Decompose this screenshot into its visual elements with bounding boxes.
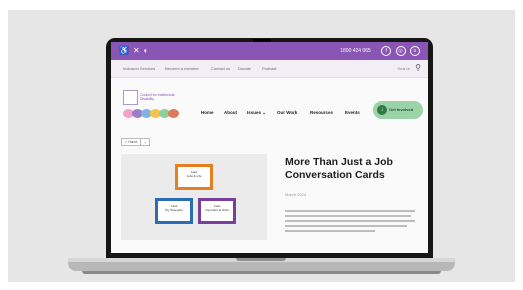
- logo-arc: [168, 109, 179, 118]
- body-text-line: [285, 225, 407, 227]
- conversation-card: Card My Strengths: [155, 198, 193, 224]
- card-text: Card Important at Work: [205, 204, 229, 212]
- article-date: March 2024: [285, 192, 307, 197]
- subnav-item-inclusion[interactable]: Inclusion Services: [123, 66, 155, 71]
- subnav-item-member[interactable]: Become a member: [165, 66, 199, 71]
- body-text-line: [285, 215, 411, 217]
- subnav-item-donate[interactable]: Donate: [238, 66, 251, 71]
- body-text-line: [285, 210, 415, 212]
- card-text: Card Jobs & Life: [186, 170, 202, 178]
- logo-mark: [123, 90, 138, 105]
- instagram-icon[interactable]: ◎: [395, 45, 406, 56]
- menu-icon[interactable]: ≡: [410, 45, 420, 56]
- card-text: Card My Strengths: [165, 204, 183, 212]
- secondary-nav: Inclusion Services Become a member Conta…: [111, 60, 428, 78]
- stage: ♿ ✕ ◐ 1800 424 065 f ◎ ≡ Inclusion Service…: [0, 0, 523, 290]
- arrow-down-icon: ↓: [377, 105, 387, 115]
- laptop-screen: ♿ ✕ ◐ 1800 424 065 f ◎ ≡ Inclusion Service…: [111, 42, 428, 253]
- page-title: More Than Just a Job Conversation Cards: [285, 156, 393, 181]
- body-text-line: [285, 230, 375, 232]
- body-text-line: [285, 220, 415, 222]
- utility-bar: ♿ ✕ ◐ 1800 424 065 f ◎ ≡: [111, 42, 428, 60]
- subnav-item-podcast[interactable]: Podcast: [262, 66, 276, 71]
- hero-image: Card Jobs & Life Card My Strengths Card …: [121, 154, 267, 240]
- conversation-card: Card Important at Work: [198, 198, 236, 224]
- nav-our-work[interactable]: Our Work: [277, 110, 297, 116]
- nav-about[interactable]: About: [224, 110, 237, 116]
- nav-events[interactable]: Events: [345, 110, 360, 116]
- phone-number[interactable]: 1800 424 065: [340, 48, 371, 54]
- subnav-item-contact[interactable]: Contact us: [211, 66, 230, 71]
- breadcrumb-home[interactable]: ⌂ Home: [121, 138, 142, 146]
- breadcrumb-separator: ›: [141, 138, 150, 146]
- close-icon[interactable]: ✕: [133, 46, 140, 55]
- nav-home[interactable]: Home: [201, 110, 214, 116]
- conversation-card: Card Jobs & Life: [175, 164, 213, 190]
- search-label[interactable]: Search: [397, 66, 410, 71]
- nav-issues[interactable]: Issues ⌄: [247, 110, 266, 116]
- logo-wordmark: Council for Intellectual Disability: [140, 93, 175, 101]
- breadcrumb: ⌂ Home ›: [121, 138, 150, 146]
- get-involved-button[interactable]: ↓ Get Involved: [373, 101, 423, 119]
- laptop-opening-notch: [236, 258, 286, 261]
- laptop-feet: [82, 271, 441, 274]
- site-logo[interactable]: Council for Intellectual Disability: [123, 90, 189, 122]
- utility-contact: 1800 424 065 f ◎ ≡: [340, 45, 420, 57]
- contrast-icon[interactable]: ◐: [144, 46, 149, 55]
- nav-resources[interactable]: Resources: [310, 110, 333, 116]
- facebook-icon[interactable]: f: [381, 45, 392, 56]
- utility-icons: ♿ ✕ ◐: [119, 45, 153, 57]
- get-involved-label: Get Involved: [389, 107, 414, 112]
- accessibility-icon[interactable]: ♿: [119, 46, 129, 55]
- search-icon[interactable]: ⚲: [415, 63, 421, 73]
